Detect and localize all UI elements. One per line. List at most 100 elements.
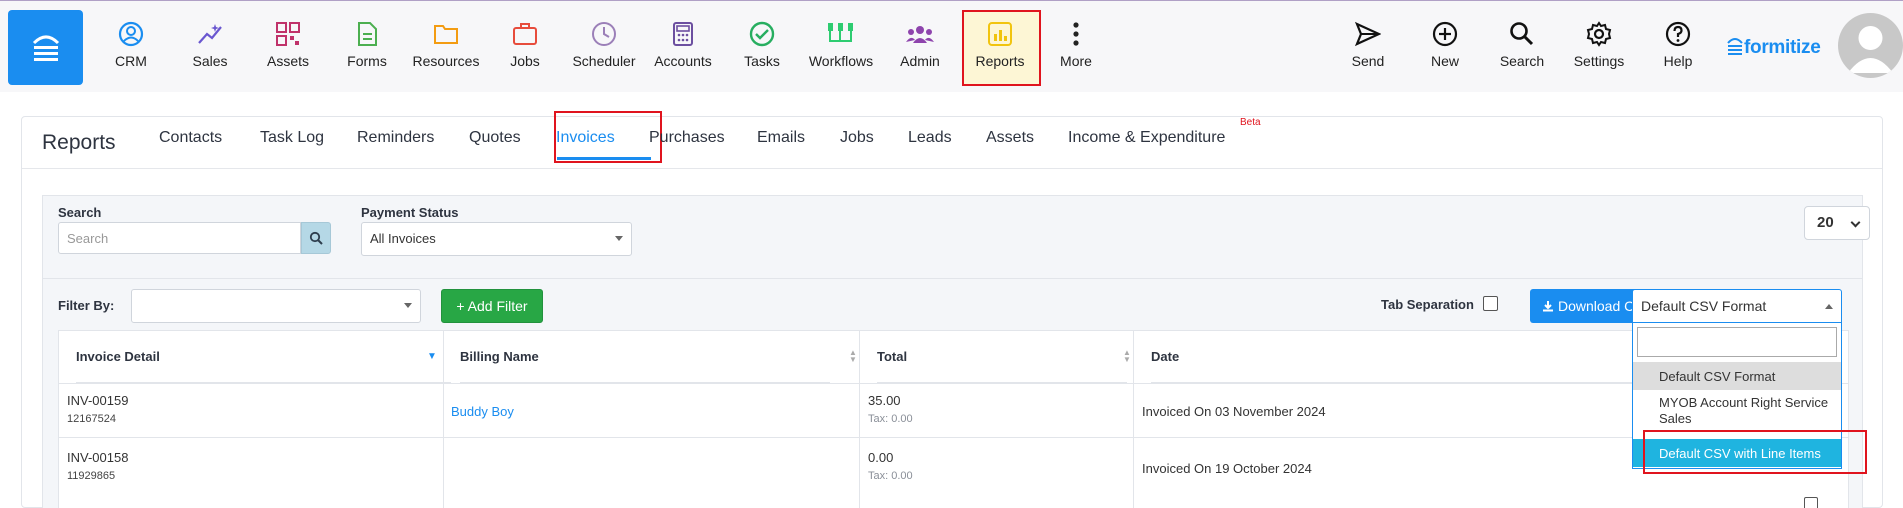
chevron-up-icon xyxy=(1825,304,1833,309)
tab-separation-checkbox[interactable] xyxy=(1483,296,1498,311)
tab-separation-label: Tab Separation xyxy=(1381,297,1474,312)
tab-assets[interactable]: Assets xyxy=(986,129,1034,147)
app-logo-button[interactable] xyxy=(8,10,83,85)
filter-by-select[interactable] xyxy=(131,289,421,323)
per-page-select[interactable]: 20 xyxy=(1804,206,1870,240)
invoice-number[interactable]: INV-00158 xyxy=(67,450,128,465)
plus-circle-icon xyxy=(1432,21,1458,47)
workflows-icon xyxy=(828,23,853,42)
nav-tasks-label: Tasks xyxy=(744,53,780,69)
tab-purchases[interactable]: Purchases xyxy=(649,129,725,147)
search-button[interactable] xyxy=(301,222,331,254)
column-header-invoice-detail[interactable]: Invoice Detail xyxy=(76,331,451,383)
csv-option-myob[interactable]: MYOB Account Right Service Sales xyxy=(1633,392,1841,428)
invoices-table: Invoice Detail ▼ Billing Name ▲ ▼ Total ▲… xyxy=(58,330,1849,508)
header-separator xyxy=(59,383,1848,384)
scheduler-icon xyxy=(592,22,616,46)
tab-task-log[interactable]: Task Log xyxy=(260,129,324,147)
sort-desc-icon[interactable]: ▼ xyxy=(427,352,437,362)
add-filter-button[interactable]: + Add Filter xyxy=(441,289,543,323)
nav-accounts[interactable]: Accounts xyxy=(643,15,723,69)
invoice-date: Invoiced On 03 November 2024 xyxy=(1142,404,1326,419)
search-icon xyxy=(1510,22,1534,46)
accounts-icon xyxy=(673,22,693,46)
invoice-date: Invoiced On 19 October 2024 xyxy=(1142,461,1312,476)
nav-send-label: Send xyxy=(1351,53,1385,69)
row-checkbox[interactable] xyxy=(1804,497,1818,508)
nav-forms[interactable]: Forms xyxy=(327,15,407,69)
billing-name-link[interactable]: Buddy Boy xyxy=(451,404,514,419)
brand-name: formitize xyxy=(1744,37,1821,58)
nav-sales[interactable]: Sales xyxy=(170,15,250,69)
nav-tasks[interactable]: Tasks xyxy=(722,15,802,69)
nav-scheduler[interactable]: Scheduler xyxy=(564,15,644,69)
reports-tab-bar: Reports Contacts Task Log Reminders Quot… xyxy=(22,111,1882,169)
tab-income-expenditure[interactable]: Income & Expenditure xyxy=(1068,129,1225,147)
nav-reports[interactable]: Reports xyxy=(960,15,1040,69)
panel-divider xyxy=(43,278,1862,279)
csv-format-value: Default CSV Format xyxy=(1641,298,1767,314)
tab-reminders[interactable]: Reminders xyxy=(357,129,434,147)
nav-more[interactable]: More xyxy=(1036,15,1116,69)
column-header-total[interactable]: Total xyxy=(877,331,1127,383)
csv-format-search-input[interactable] xyxy=(1637,327,1837,357)
sort-icon[interactable]: ▲ ▼ xyxy=(849,349,857,364)
send-icon xyxy=(1355,21,1381,47)
nav-crm[interactable]: CRM xyxy=(91,15,171,69)
column-header-label: Billing Name xyxy=(460,349,539,364)
nav-assets-label: Assets xyxy=(266,53,309,69)
nav-resources[interactable]: Resources xyxy=(406,15,486,69)
nav-settings[interactable]: Settings xyxy=(1559,15,1639,69)
nav-new[interactable]: New xyxy=(1405,15,1485,69)
invoice-id: 12167524 xyxy=(67,413,116,425)
csv-option-default[interactable]: Default CSV Format xyxy=(1633,362,1841,390)
formitize-brand-logo[interactable]: formitize xyxy=(1726,37,1821,59)
column-header-label: Invoice Detail xyxy=(76,349,160,364)
nav-assets[interactable]: Assets xyxy=(248,15,328,69)
chevron-down-icon xyxy=(615,236,623,241)
user-avatar[interactable] xyxy=(1838,13,1903,78)
column-header-date[interactable]: Date xyxy=(1151,331,1651,383)
nav-admin-label: Admin xyxy=(900,53,940,69)
gear-icon xyxy=(1586,21,1612,47)
column-header-label: Date xyxy=(1151,349,1180,364)
sort-icon[interactable]: ▲ ▼ xyxy=(1123,349,1131,364)
nav-workflows[interactable]: Workflows xyxy=(801,15,881,69)
payment-status-select[interactable]: All Invoices xyxy=(361,222,632,256)
search-input[interactable]: Search xyxy=(58,222,301,254)
nav-jobs[interactable]: Jobs xyxy=(485,15,565,69)
nav-help[interactable]: Help xyxy=(1638,15,1718,69)
tab-contacts[interactable]: Contacts xyxy=(159,129,222,147)
assets-icon xyxy=(276,22,300,46)
page-title: Reports xyxy=(42,131,116,154)
tab-leads[interactable]: Leads xyxy=(908,129,952,147)
chevron-down-icon xyxy=(1850,217,1861,228)
nav-reports-label: Reports xyxy=(975,53,1025,69)
user-avatar-icon xyxy=(1848,26,1893,73)
nav-resources-label: Resources xyxy=(412,53,480,69)
nav-jobs-label: Jobs xyxy=(510,53,540,69)
formitize-logo-icon xyxy=(1727,38,1743,55)
nav-forms-label: Forms xyxy=(347,53,387,69)
tab-jobs[interactable]: Jobs xyxy=(840,129,874,147)
nav-sales-label: Sales xyxy=(192,53,228,69)
invoice-total: 35.00 xyxy=(868,393,901,408)
tab-emails[interactable]: Emails xyxy=(757,129,805,147)
nav-more-label: More xyxy=(1060,53,1092,69)
column-header-billing-name[interactable]: Billing Name xyxy=(460,331,830,383)
nav-new-label: New xyxy=(1430,53,1459,69)
filter-panel: Search Search Payment Status All Invoice… xyxy=(42,195,1870,508)
nav-settings-label: Settings xyxy=(1573,53,1625,69)
tab-quotes[interactable]: Quotes xyxy=(469,129,521,147)
row-separator xyxy=(59,437,1848,438)
invoice-number[interactable]: INV-00159 xyxy=(67,393,128,408)
nav-search-label: Search xyxy=(1499,53,1545,69)
filter-by-label: Filter By: xyxy=(58,298,115,313)
chevron-down-icon xyxy=(404,303,412,308)
nav-admin[interactable]: Admin xyxy=(880,15,960,69)
invoice-tax: Tax: 0.00 xyxy=(868,413,913,425)
csv-format-select[interactable]: Default CSV Format xyxy=(1632,289,1842,323)
nav-send[interactable]: Send xyxy=(1328,15,1408,69)
search-icon xyxy=(309,231,323,245)
nav-search[interactable]: Search xyxy=(1482,15,1562,69)
